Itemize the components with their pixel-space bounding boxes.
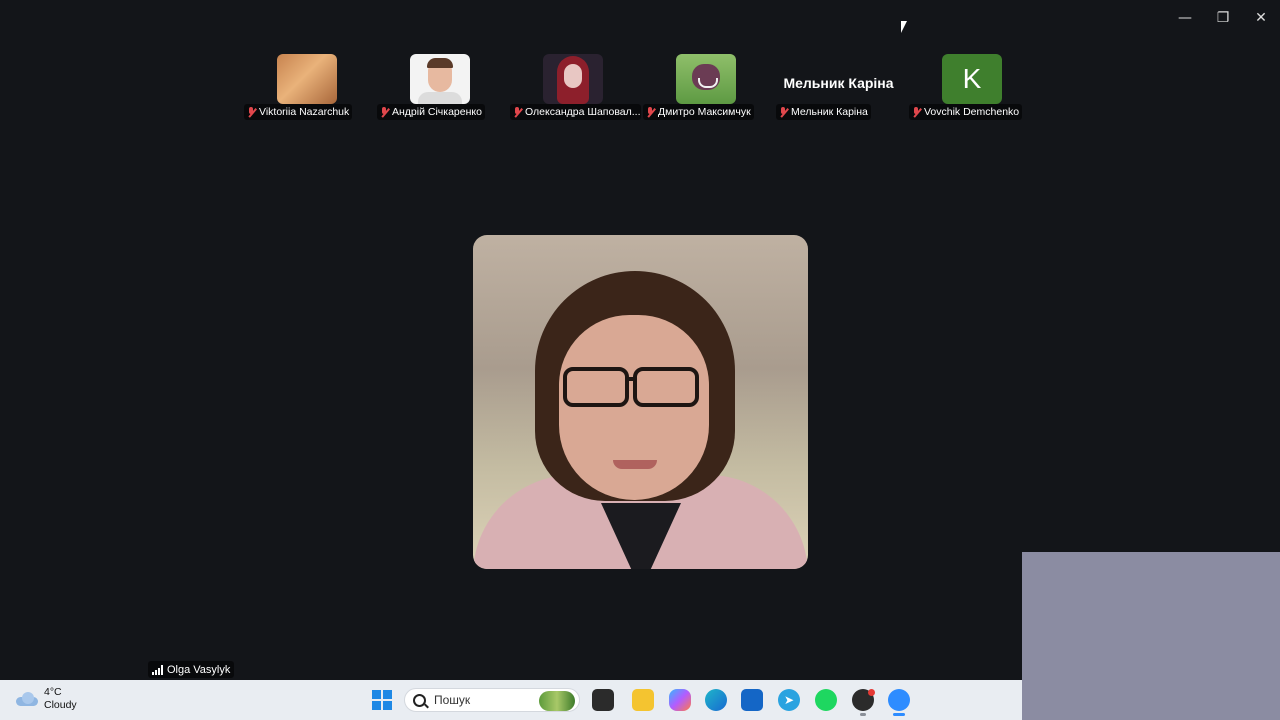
participant-label: Андрій Січкаренко: [377, 104, 485, 120]
participant-strip: Viktoriia Nazarchuk Андрій Січкаренко Ол…: [240, 54, 1038, 122]
search-icon: [413, 693, 426, 707]
taskbar-search[interactable]: Пошук: [404, 688, 580, 712]
weather-temp: 4°C: [44, 686, 62, 698]
active-speaker-label: Olga Vasylyk: [148, 661, 235, 678]
notification-badge: [868, 689, 875, 696]
weather-condition: Cloudy: [44, 699, 77, 711]
active-app-indicator: [893, 713, 905, 716]
participant-avatar: [676, 54, 736, 104]
windows-start-icon[interactable]: [371, 689, 393, 711]
active-speaker-video[interactable]: [473, 235, 808, 569]
search-highlight-icon: [539, 691, 575, 711]
participant-name: Vovchik Demchenko: [924, 106, 1020, 118]
close-icon[interactable]: ✕: [1242, 6, 1280, 30]
edge-icon[interactable]: [705, 689, 727, 711]
participant-name: Андрій Січкаренко: [392, 106, 482, 118]
participant-tile[interactable]: K Vovchik Demchenko: [905, 54, 1038, 122]
weather-widget[interactable]: 4°C Cloudy: [16, 686, 77, 712]
participant-tile[interactable]: Viktoriia Nazarchuk: [240, 54, 373, 122]
minimize-icon[interactable]: —: [1166, 6, 1204, 30]
muted-mic-icon: [646, 106, 655, 118]
participant-label: Vovchik Demchenko: [909, 104, 1023, 120]
self-view-panel[interactable]: [1022, 552, 1280, 720]
running-indicator: [860, 713, 866, 716]
participant-label: Олександра Шаповал...: [510, 104, 641, 120]
telegram-icon[interactable]: ➤: [778, 689, 800, 711]
participant-avatar: [543, 54, 603, 104]
participant-label: Viktoriia Nazarchuk: [244, 104, 353, 120]
participant-tile[interactable]: Олександра Шаповал...: [506, 54, 641, 122]
participant-name: Мельник Каріна: [791, 106, 868, 118]
participant-name: Дмитро Максимчук: [658, 106, 751, 118]
mouse-cursor-icon: [901, 21, 907, 33]
participant-avatar: [410, 54, 470, 104]
window-controls: — ❐ ✕: [1166, 6, 1280, 30]
participant-avatar: K: [942, 54, 1002, 104]
file-explorer-icon[interactable]: [632, 689, 654, 711]
participant-tile[interactable]: Мельник Каріна Мельник Каріна: [772, 54, 905, 122]
restore-icon[interactable]: ❐: [1204, 6, 1242, 30]
participant-name: Viktoriia Nazarchuk: [259, 106, 350, 118]
muted-mic-icon: [380, 106, 389, 118]
signal-strength-icon: [152, 664, 163, 675]
copilot-icon[interactable]: [669, 689, 691, 711]
participant-tile[interactable]: Дмитро Максимчук: [639, 54, 772, 122]
participant-display-name: Мельник Каріна: [783, 75, 894, 91]
search-placeholder: Пошук: [434, 693, 471, 707]
participant-label: Дмитро Максимчук: [643, 104, 754, 120]
zoom-icon[interactable]: [888, 689, 910, 711]
cloud-icon: [16, 692, 38, 706]
active-speaker-name: Olga Vasylyk: [167, 663, 231, 676]
spotify-icon[interactable]: [815, 689, 837, 711]
muted-mic-icon: [513, 106, 522, 118]
participant-tile[interactable]: Андрій Січкаренко: [373, 54, 506, 122]
file-manager-icon[interactable]: [592, 689, 614, 711]
participant-avatar: [277, 54, 337, 104]
microsoft-store-icon[interactable]: [741, 689, 763, 711]
muted-mic-icon: [247, 106, 256, 118]
muted-mic-icon: [779, 106, 788, 118]
participant-label: Мельник Каріна: [776, 104, 871, 120]
participant-name: Олександра Шаповал...: [525, 106, 641, 118]
muted-mic-icon: [912, 106, 921, 118]
